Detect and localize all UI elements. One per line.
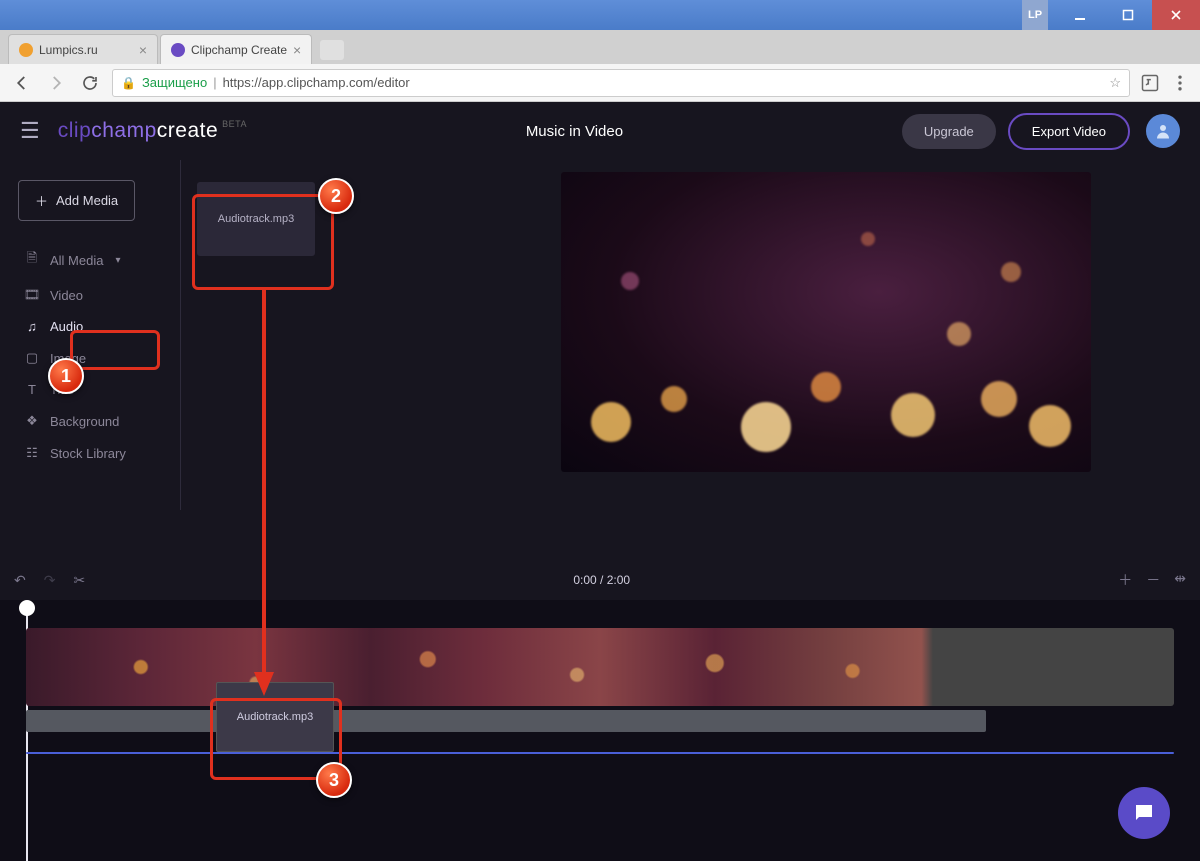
window-close-button[interactable] [1152,0,1200,30]
preview-panel [481,160,1200,560]
media-card-label: Audiotrack.mp3 [218,213,294,225]
secure-label: Защищено [142,75,207,90]
annotation-badge-1: 1 [48,358,84,394]
sidebar-item-label: Audio [50,319,83,334]
sidebar-item-audio[interactable]: ♫ Audio [18,311,180,342]
window-minimize-button[interactable] [1056,0,1104,30]
sidebar-item-label: Background [50,414,119,429]
clipchamp-app: ☰ clipchampcreateBETA Music in Video Upg… [0,102,1200,861]
library-icon: ☷ [24,445,40,461]
timeline-audio-clip[interactable]: Audiotrack.mp3 [216,682,334,752]
redo-button[interactable]: ↷ [44,572,56,589]
lock-icon: 🔒 [121,76,136,90]
add-media-button[interactable]: ＋ Add Media [18,180,135,221]
sidebar-item-title[interactable]: T Title [18,374,180,405]
music-icon: ♫ [24,319,40,334]
tab-title: Lumpics.ru [39,43,98,57]
browser-toolbar: 🔒 Защищено | https://app.clipchamp.com/e… [0,64,1200,102]
tab-close-icon[interactable]: × [139,42,147,58]
url-text: https://app.clipchamp.com/editor [223,75,410,90]
title-icon: T [24,382,40,397]
favicon-icon [171,43,185,57]
sidebar-item-stock[interactable]: ☷ Stock Library [18,437,180,469]
export-video-button[interactable]: Export Video [1008,113,1130,150]
sidebar-item-label: Stock Library [50,446,126,461]
timeline-audio-track[interactable]: Audiotrack.mp3 [26,710,986,732]
sidebar-item-background[interactable]: ❖ Background [18,405,180,437]
layers-icon: ❖ [24,413,40,429]
browser-menu-icon[interactable] [1170,73,1190,93]
audio-clip-label: Audiotrack.mp3 [237,711,313,723]
sidebar-item-label: All Media [50,253,103,268]
video-preview[interactable] [561,172,1091,472]
file-icon: 🗎 [24,249,40,271]
favicon-icon [19,43,33,57]
timeline-guide-line [26,752,1174,754]
tab-title: Clipchamp Create [191,43,287,57]
user-badge: LP [1022,0,1048,30]
bookmark-star-icon[interactable]: ☆ [1109,75,1121,91]
media-card-audio[interactable]: Audiotrack.mp3 [197,182,315,256]
annotation-badge-3: 3 [316,762,352,798]
hamburger-menu-button[interactable]: ☰ [20,118,40,144]
media-panel: Audiotrack.mp3 [181,160,481,560]
film-icon: 🎞 [24,287,40,303]
fit-timeline-button[interactable]: ⇹ [1174,570,1186,590]
sidebar-item-video[interactable]: 🎞 Video [18,279,180,311]
zoom-out-button[interactable]: － [1146,570,1160,590]
translate-icon[interactable] [1140,73,1160,93]
split-button[interactable]: ✂ [73,572,85,589]
nav-back-button[interactable] [10,71,34,95]
media-sidebar: ＋ Add Media 🗎 All Media ▾ 🎞 Video ♫ Audi… [0,160,180,560]
browser-tabstrip: Lumpics.ru × Clipchamp Create × [0,30,1200,64]
chat-fab-button[interactable] [1118,787,1170,839]
browser-tab[interactable]: Clipchamp Create × [160,34,312,64]
tab-close-icon[interactable]: × [293,42,301,58]
timeline-controls: ↶ ↷ ✂ 0:00 / 2:00 ＋ － ⇹ [0,560,1200,600]
timeline-video-track[interactable] [26,628,1174,706]
upgrade-button[interactable]: Upgrade [902,114,996,149]
user-avatar[interactable] [1146,114,1180,148]
window-maximize-button[interactable] [1104,0,1152,30]
sidebar-item-label: Video [50,288,83,303]
plus-icon: ＋ [35,191,48,210]
nav-forward-button[interactable] [44,71,68,95]
add-media-label: Add Media [56,193,118,208]
project-title[interactable]: Music in Video [247,123,902,140]
sidebar-item-image[interactable]: ▢ Image [18,342,180,374]
zoom-in-button[interactable]: ＋ [1118,570,1132,590]
playback-time: 0:00 / 2:00 [103,573,1100,587]
new-tab-button[interactable] [320,40,344,60]
app-header: ☰ clipchampcreateBETA Music in Video Upg… [0,102,1200,160]
nav-reload-button[interactable] [78,71,102,95]
browser-tab[interactable]: Lumpics.ru × [8,34,158,64]
sidebar-item-all-media[interactable]: 🗎 All Media ▾ [18,241,180,279]
chevron-down-icon: ▾ [115,255,120,266]
app-logo: clipchampcreateBETA [58,119,247,143]
undo-button[interactable]: ↶ [14,572,26,589]
address-bar[interactable]: 🔒 Защищено | https://app.clipchamp.com/e… [112,69,1130,97]
window-titlebar: LP [0,0,1200,30]
timeline[interactable]: Audiotrack.mp3 [0,600,1200,861]
image-icon: ▢ [24,350,40,366]
annotation-badge-2: 2 [318,178,354,214]
